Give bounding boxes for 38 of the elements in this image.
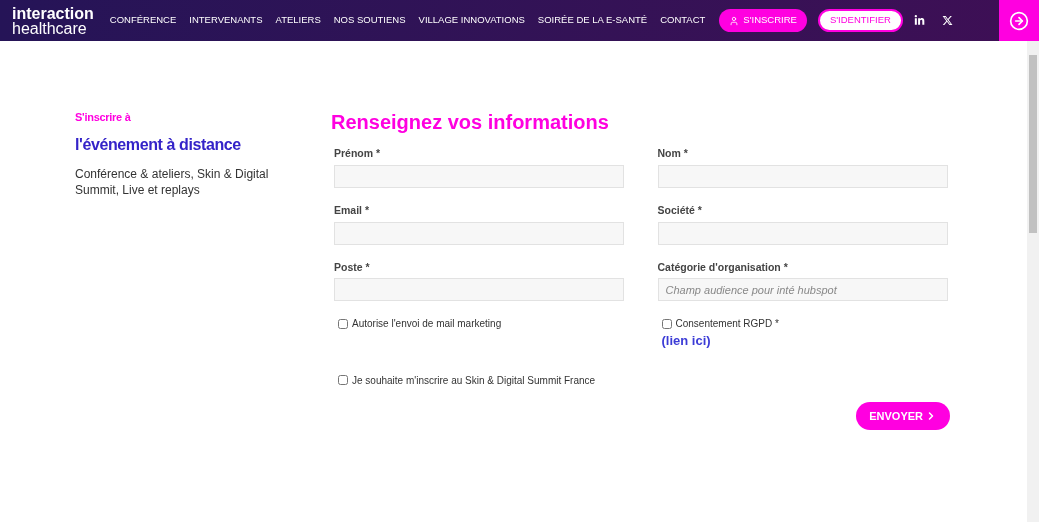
form-title: Renseignez vos informations [331, 110, 610, 135]
logo-text[interactable]: interaction [12, 5, 94, 21]
field-label: Prénom * [334, 146, 382, 161]
nav-link[interactable]: CONFÉRENCE [109, 13, 177, 28]
input-field[interactable] [334, 164, 624, 188]
field-label: Poste * [334, 259, 371, 275]
field-label: Société * [657, 202, 703, 218]
checkbox[interactable] [338, 318, 348, 329]
linkedin-icon[interactable] [913, 15, 925, 26]
checkbox-label: Je souhaite m'inscrire au Skin & Digital Summit France [352, 373, 596, 388]
nav-link[interactable]: NOS SOUTIENS [333, 13, 406, 28]
field-label: Nom * [657, 146, 689, 161]
checkbox[interactable] [338, 375, 348, 386]
intro-title: l'événement à distance [75, 134, 242, 155]
intro-description: Conférence & ateliers, Skin & Digital Summit, Live et replays [75, 165, 270, 198]
nav-link[interactable]: ATELIERS [275, 13, 321, 28]
checkbox[interactable] [661, 318, 672, 329]
checkbox-label: Consentement RGPD * [675, 317, 779, 332]
checkbox-label: Autorise l'envoi de mail marketing [352, 317, 502, 332]
nav-link[interactable]: CONTACT [660, 13, 706, 28]
field-label: Email * [334, 202, 371, 218]
arrow-circle-icon [1009, 10, 1029, 31]
nav-link[interactable]: INTERVENANTS [189, 13, 263, 28]
rgpd-link[interactable]: (lien ici) [661, 331, 951, 351]
login-icon-button[interactable] [999, 0, 1039, 41]
intro-kicker: S'inscrire à [75, 110, 132, 125]
field-label: Catégorie d'organisation * [657, 259, 789, 275]
input-field[interactable] [657, 221, 948, 245]
input-field[interactable]: Champ audience pour inté hubspot [657, 278, 948, 302]
logo-text[interactable]: healthcare [12, 20, 94, 36]
input-field[interactable] [657, 164, 948, 188]
nav-link[interactable]: VILLAGE INNOVATIONS [418, 13, 525, 28]
user-icon [729, 15, 740, 26]
scrollbar-thumb[interactable] [1029, 55, 1037, 233]
nav-link[interactable]: SOIRÉE DE LA E-SANTÉ [537, 13, 648, 28]
x-icon[interactable] [941, 15, 953, 26]
input-field[interactable] [334, 278, 624, 302]
input-field[interactable] [334, 221, 624, 245]
